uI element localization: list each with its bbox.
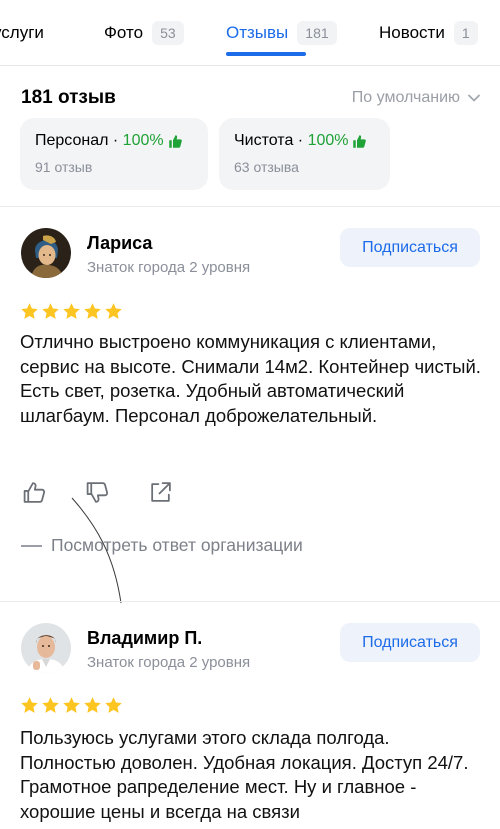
review-author-level: Знаток города 2 уровня [87,259,251,276]
aspect-staff-separator: · [108,132,123,149]
tab-news[interactable]: Новости 1 [379,18,478,48]
star-icon [84,303,101,319]
tab-photos-label: Фото [104,23,144,42]
chevron-down-icon [468,94,480,102]
org-reply-link[interactable]: Посмотреть ответ организации [21,535,303,556]
thumb-up-icon[interactable] [22,480,47,505]
aspect-staff-percent: 100% [122,132,164,149]
star-icon [21,697,38,713]
thumb-up-icon [168,134,182,148]
aspect-staff-reviews: 91 отзыв [35,159,93,175]
tab-bar: услуги Фото 53 Отзывы 181 Новости 1 [0,0,500,66]
divider [0,206,500,207]
avatar-image [21,228,71,278]
subscribe-button[interactable]: Подписаться [340,623,480,662]
tab-services-label: услуги [0,23,44,42]
aspect-card-staff[interactable]: Персонал · 100% 91 отзыв [20,118,208,190]
aspect-cleanliness-header: Чистота · 100% [234,132,375,150]
star-icon [42,303,59,319]
review-actions [22,480,173,505]
tab-services[interactable]: услуги [0,18,44,48]
review-author-level: Знаток города 2 уровня [87,654,251,671]
star-icon [84,697,101,713]
subscribe-button[interactable]: Подписаться [340,228,480,267]
tab-news-count: 1 [453,21,478,45]
share-icon[interactable] [148,480,173,505]
aspect-card-cleanliness[interactable]: Чистота · 100% 63 отзыва [219,118,390,190]
sort-label: По умолчанию [351,89,460,106]
aspect-staff-header: Персонал · 100% [35,132,193,150]
review-text: Отлично выстроено коммуникация с клиента… [20,331,481,426]
avatar-image [21,623,71,673]
sort-dropdown[interactable]: По умолчанию [352,89,480,107]
tab-photos[interactable]: Фото 53 [104,18,184,48]
tab-photos-count: 53 [152,21,184,45]
thumb-up-icon [353,134,367,148]
review-author[interactable]: Владимир П. [87,628,202,649]
star-icon [63,697,80,713]
aspect-cleanliness-separator: · [293,132,308,149]
org-reply-label: Посмотреть ответ организации [51,535,303,555]
thumb-down-icon[interactable] [85,480,110,505]
aspect-cleanliness-reviews: 63 отзыва [234,159,299,175]
dash-icon [21,544,42,547]
tab-news-label: Новости [379,23,445,42]
avatar[interactable] [21,623,71,673]
avatar[interactable] [21,228,71,278]
tab-reviews-count: 181 [297,21,337,45]
review-author[interactable]: Лариса [87,233,152,254]
star-icon [105,697,122,713]
divider [0,601,500,602]
star-icon [105,303,122,319]
rating-stars [20,696,123,715]
tab-reviews-label: Отзывы [226,23,289,42]
star-icon [21,303,38,319]
aspect-cleanliness-percent: 100% [307,132,349,149]
active-tab-indicator [226,52,306,56]
tab-reviews[interactable]: Отзывы 181 [226,18,337,48]
rating-stars [20,302,123,321]
reviews-count-title: 181 отзыв [21,87,116,108]
star-icon [63,303,80,319]
aspect-cleanliness-name: Чистота [234,132,294,149]
star-icon [42,697,59,713]
aspect-staff-name: Персонал [35,132,109,149]
review-text: Пользуюсь услугами этого склада полгода.… [20,727,469,822]
